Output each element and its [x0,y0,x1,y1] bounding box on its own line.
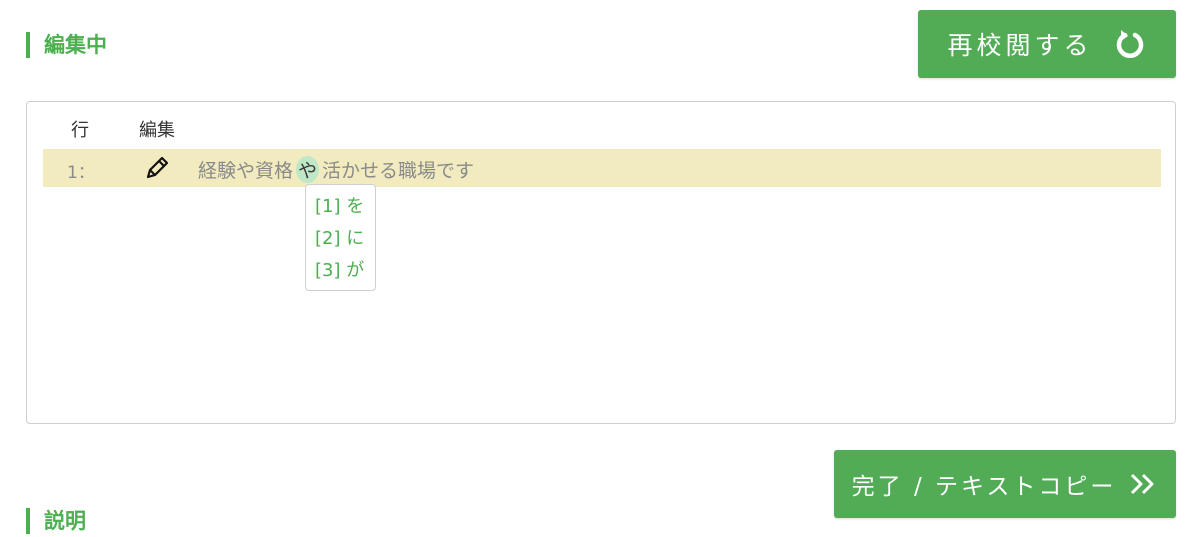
suggestion-item-2[interactable]: [2] に [315,223,375,255]
editor-panel: 行 編集 1： 経験や資格や活かせる職場です [1] を [2] に [3] が [26,101,1176,424]
table-row: 1： 経験や資格や活かせる職場です [43,149,1161,187]
recheck-button[interactable]: 再校閲する [918,10,1176,78]
suggestion-item-3[interactable]: [3] が [315,255,375,287]
column-header-line: 行 [71,120,89,141]
refresh-icon [1113,27,1147,61]
done-button-label: 完了 / テキストコピー [851,474,1117,500]
section-title-description: 説明 [26,508,86,534]
row-text-before: 経験や資格 [198,160,294,182]
row-line-number: 1： [67,163,95,183]
pencil-icon[interactable] [143,154,171,186]
highlighted-token[interactable]: や [296,156,320,183]
column-header-edit: 編集 [139,120,175,141]
recheck-button-label: 再校閲する [947,31,1093,60]
suggestion-dropdown: [1] を [2] に [3] が [305,184,376,291]
row-text-after: 活かせる職場です [322,160,475,182]
double-chevron-right-icon [1128,471,1158,497]
done-copy-button[interactable]: 完了 / テキストコピー [834,450,1176,518]
row-text: 経験や資格や活かせる職場です [198,156,474,183]
section-title-editing: 編集中 [26,32,107,58]
suggestion-item-1[interactable]: [1] を [315,191,375,223]
